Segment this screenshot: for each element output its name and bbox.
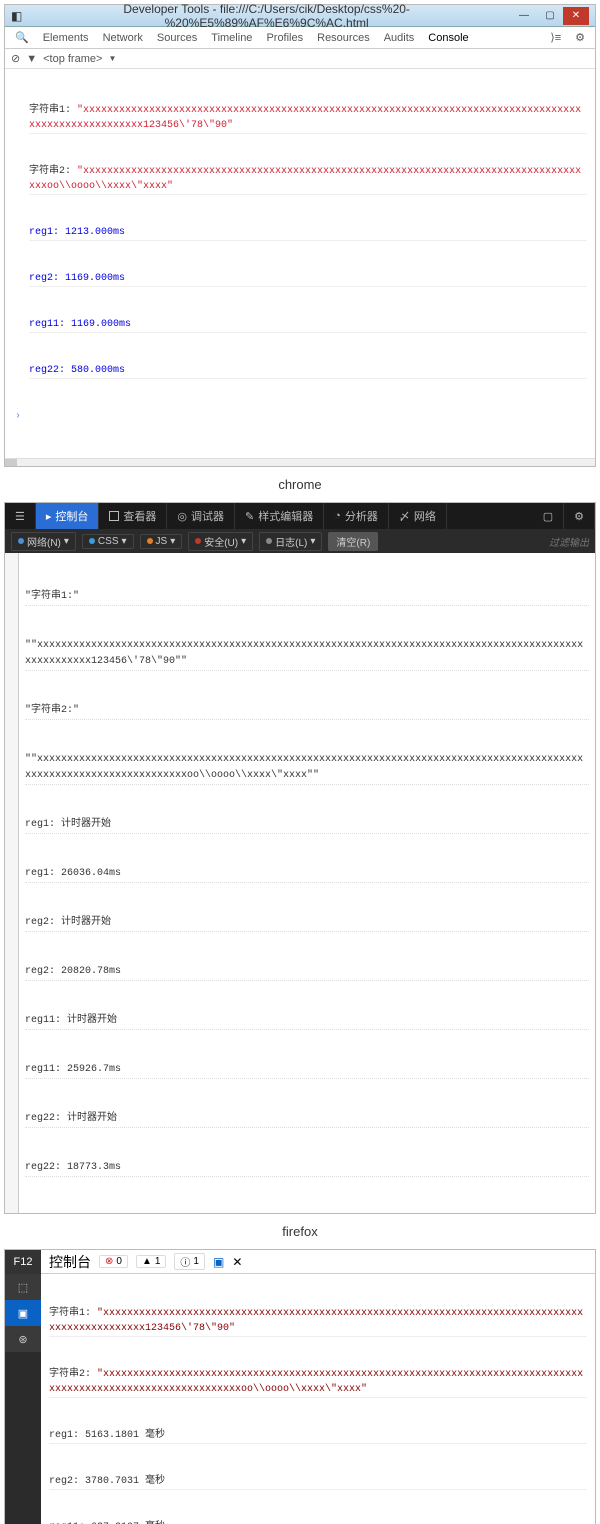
filter-icon[interactable]: ▼	[26, 53, 37, 65]
log-line: reg1: 5163.1801	[49, 1430, 139, 1441]
log-val: "xxxxxxxxxxxxxxxxxxxxxxxxxxxxxxxxxxxxxxx…	[29, 105, 581, 131]
ff-tab-style[interactable]: ✎ 样式编辑器	[235, 503, 324, 529]
log-line: reg11: 1169.000ms	[29, 317, 587, 333]
clear-icon[interactable]: ✕	[232, 1255, 242, 1269]
ff-options-icon[interactable]: ⚙	[564, 503, 595, 529]
ff-net[interactable]: 网络(N) ▾	[11, 532, 76, 551]
ff-clear[interactable]: 清空(R)	[328, 532, 378, 551]
info-badge[interactable]: ⓘ 1	[174, 1253, 205, 1270]
log-val: "xxxxxxxxxxxxxxxxxxxxxxxxxxxxxxxxxxxxxxx…	[49, 1308, 583, 1334]
log-line: reg11: 637.2107	[49, 1522, 139, 1524]
close-button[interactable]: ✕	[563, 7, 589, 25]
scrollbar[interactable]	[5, 458, 595, 466]
ff-sec[interactable]: 安全(U) ▾	[188, 532, 253, 551]
chrome-title-text: Developer Tools - file:///C:/Users/cik/D…	[22, 2, 511, 30]
log-line: reg2: 1169.000ms	[29, 271, 587, 287]
firefox-panel: ☰ ▸ 控制台 查看器 ◎ 调试器 ✎ 样式编辑器 ◔ 分析器 〆 网络 ▢ ⚙…	[4, 502, 596, 1214]
tab-resources[interactable]: Resources	[311, 32, 376, 44]
ie-dom-icon[interactable]: ⬚	[5, 1274, 41, 1300]
ff-tab-console[interactable]: ▸ 控制台	[36, 503, 100, 529]
ff-tab-debugger[interactable]: ◎ 调试器	[167, 503, 235, 529]
log-line: ""xxxxxxxxxxxxxxxxxxxxxxxxxxxxxxxxxxxxxx…	[25, 752, 589, 785]
log-line: reg22: 18773.3ms	[25, 1160, 589, 1177]
log-line: reg11: 25926.7ms	[25, 1062, 589, 1079]
firefox-console-output: "字符串1:" ""xxxxxxxxxxxxxxxxxxxxxxxxxxxxxx…	[19, 553, 595, 1213]
prompt-icon[interactable]: ›	[15, 409, 29, 424]
ff-tab-profiler[interactable]: ◔ 分析器	[324, 503, 389, 529]
ie11-sidebar: F12 ⬚ ▣ ⊛	[5, 1250, 41, 1524]
ff-css[interactable]: CSS ▾	[82, 534, 134, 549]
log-key: 字符串1:	[49, 1308, 97, 1319]
firefox-label: firefox	[0, 1218, 600, 1245]
window-controls: — ▢ ✕	[511, 7, 589, 25]
log-val: "xxxxxxxxxxxxxxxxxxxxxxxxxxxxxxxxxxxxxxx…	[49, 1369, 583, 1395]
search-icon[interactable]: 🔍	[9, 31, 35, 44]
chrome-label: chrome	[0, 471, 600, 498]
ie11-title: 控制台	[49, 1252, 91, 1272]
dropdown-icon[interactable]: ▼	[108, 54, 116, 63]
tab-network[interactable]: Network	[97, 32, 149, 44]
chrome-subbar: ⊘ ▼ <top frame> ▼	[5, 49, 595, 69]
log-line: reg22: 计时器开始	[25, 1111, 589, 1128]
ff-menu-icon[interactable]: ☰	[5, 503, 36, 529]
ff-gutter	[5, 553, 19, 1213]
log-line: reg11: 计时器开始	[25, 1013, 589, 1030]
log-line: reg1: 计时器开始	[25, 817, 589, 834]
clear-icon[interactable]: ⊘	[11, 52, 20, 65]
ie11-panel: F12 ⬚ ▣ ⊛ 控制台 ⊗0 ▲ 1 ⓘ 1 ▣ ✕ 字符串1: "xxxx…	[4, 1249, 596, 1524]
log-line: reg2: 3780.7031	[49, 1476, 139, 1487]
chrome-tabs: 🔍 Elements Network Sources Timeline Prof…	[5, 27, 595, 49]
log-line: "字符串2:"	[25, 703, 589, 720]
target-icon[interactable]: ▣	[213, 1255, 224, 1269]
chrome-window-title: ◧ Developer Tools - file:///C:/Users/cik…	[5, 5, 595, 27]
tab-audits[interactable]: Audits	[378, 32, 421, 44]
tab-console[interactable]: Console	[422, 32, 474, 44]
log-key: 字符串2:	[49, 1369, 97, 1380]
minimize-button[interactable]: —	[511, 7, 537, 25]
devtools-icon: ◧	[11, 9, 22, 23]
log-key: 字符串1:	[29, 105, 77, 116]
ff-tab-network[interactable]: 〆 网络	[389, 503, 447, 529]
ie11-header: 控制台 ⊗0 ▲ 1 ⓘ 1 ▣ ✕	[41, 1250, 595, 1274]
ie11-console-output: 字符串1: "xxxxxxxxxxxxxxxxxxxxxxxxxxxxxxxxx…	[41, 1274, 595, 1524]
ie-debug-icon[interactable]: ⊛	[5, 1326, 41, 1352]
chrome-panel: ◧ Developer Tools - file:///C:/Users/cik…	[4, 4, 596, 467]
tab-profiles[interactable]: Profiles	[260, 32, 309, 44]
log-line: reg22: 580.000ms	[29, 363, 587, 379]
tab-elements[interactable]: Elements	[37, 32, 95, 44]
ff-dock-icon[interactable]: ▢	[533, 503, 564, 529]
tab-sources[interactable]: Sources	[151, 32, 203, 44]
ie-console-icon[interactable]: ▣	[5, 1300, 41, 1326]
error-badge[interactable]: ⊗0	[99, 1255, 128, 1268]
maximize-button[interactable]: ▢	[537, 7, 563, 25]
log-line: reg1: 26036.04ms	[25, 866, 589, 883]
log-key: 字符串2:	[29, 166, 77, 177]
firefox-tabs: ☰ ▸ 控制台 查看器 ◎ 调试器 ✎ 样式编辑器 ◔ 分析器 〆 网络 ▢ ⚙	[5, 503, 595, 529]
firefox-toolbar: 网络(N) ▾ CSS ▾ JS ▾ 安全(U) ▾ 日志(L) ▾ 清空(R)…	[5, 529, 595, 553]
warn-badge[interactable]: ▲ 1	[136, 1255, 166, 1268]
log-line: reg2: 20820.78ms	[25, 964, 589, 981]
log-line: "字符串1:"	[25, 589, 589, 606]
log-val: "xxxxxxxxxxxxxxxxxxxxxxxxxxxxxxxxxxxxxxx…	[29, 166, 581, 192]
log-line: reg1: 1213.000ms	[29, 225, 587, 241]
log-line: ""xxxxxxxxxxxxxxxxxxxxxxxxxxxxxxxxxxxxxx…	[25, 638, 589, 671]
tab-timeline[interactable]: Timeline	[205, 32, 258, 44]
ff-tab-inspector[interactable]: 查看器	[99, 503, 167, 529]
ff-log[interactable]: 日志(L) ▾	[259, 532, 322, 551]
log-line: reg2: 计时器开始	[25, 915, 589, 932]
frame-selector[interactable]: <top frame>	[43, 53, 102, 65]
settings-icon[interactable]: ⚙	[569, 31, 591, 44]
chrome-console-output: 字符串1: "xxxxxxxxxxxxxxxxxxxxxxxxxxxxxxxxx…	[5, 69, 595, 458]
ff-filter[interactable]: 过滤输出	[549, 534, 589, 549]
drawer-icon[interactable]: ⟩≡	[544, 31, 567, 44]
ff-js[interactable]: JS ▾	[140, 534, 183, 549]
f12-badge: F12	[5, 1250, 41, 1274]
